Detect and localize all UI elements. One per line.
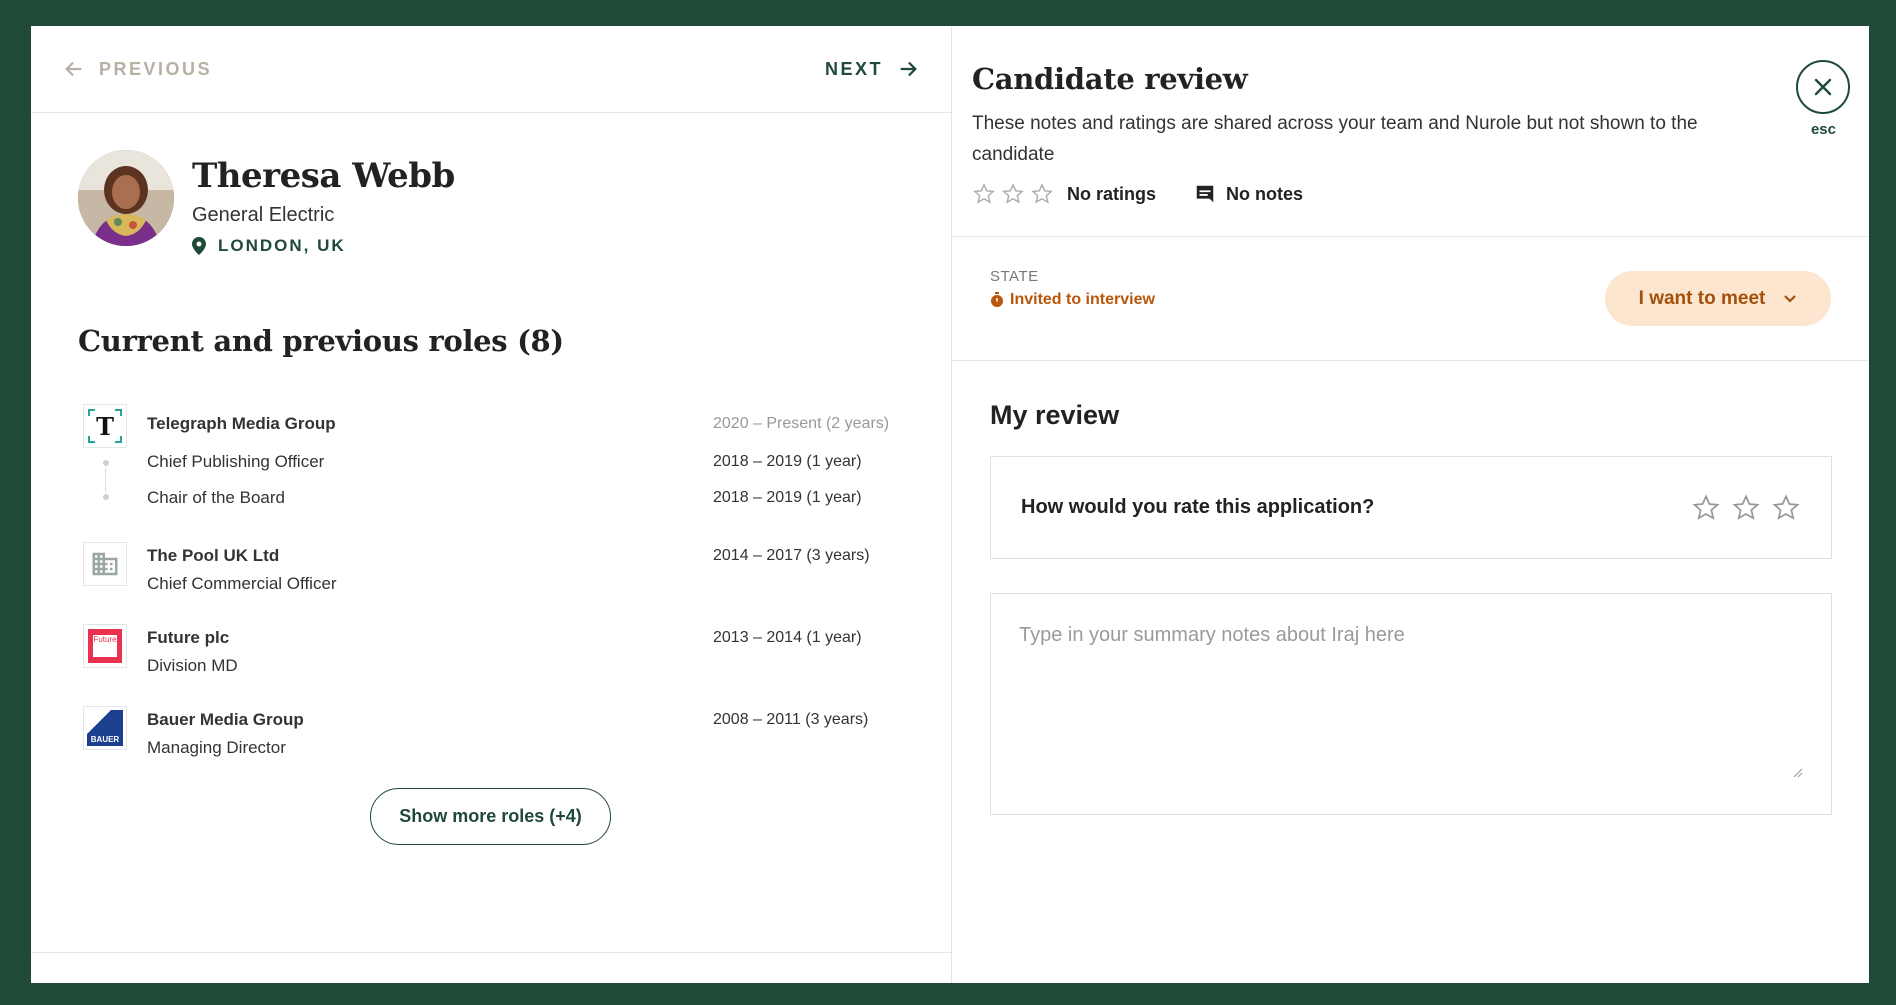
rating-card: How would you rate this application? [990, 456, 1832, 559]
chevron-down-icon [1784, 294, 1797, 303]
star-outline-icon [1002, 183, 1024, 204]
candidate-location: LONDON, UK [192, 236, 455, 256]
company-name: Bauer Media Group [147, 710, 304, 729]
bauer-logo-text: BAUER [90, 735, 120, 744]
show-more-roles-button[interactable]: Show more roles (+4) [370, 788, 611, 845]
review-header: Candidate review These notes and ratings… [952, 26, 1869, 237]
company-dates: 2014 – 2017 (3 years) [713, 547, 870, 564]
candidate-profile-panel: PREVIOUS NEXT Theresa Webb General Elect… [31, 26, 952, 983]
roles-list: T Telegraph Media Group 2020 – Present (… [83, 404, 913, 788]
role-title: Division MD [147, 656, 238, 675]
company-dates: 2013 – 2014 (1 year) [713, 629, 862, 646]
star-outline-icon[interactable] [1731, 493, 1761, 523]
state-value: Invited to interview [990, 291, 1155, 309]
resize-handle-icon[interactable] [1793, 768, 1803, 778]
telegraph-logo: T [83, 404, 127, 448]
company-dates: 2020 – Present (2 years) [713, 415, 890, 432]
role-group: The Pool UK Ltd 2014 – 2017 (3 years) Ch… [83, 542, 913, 598]
future-logo-text: Future [93, 635, 117, 644]
notes-summary: No notes [1226, 183, 1304, 204]
company-name: Future plc [147, 628, 230, 647]
arrow-right-icon [900, 61, 917, 77]
candidate-modal: PREVIOUS NEXT Theresa Webb General Elect… [31, 26, 1869, 983]
role-timeline [103, 460, 109, 500]
close-icon [1814, 78, 1832, 96]
role-dates: 2018 – 2019 (1 year) [713, 489, 862, 506]
candidate-company: General Electric [192, 204, 335, 226]
company-name: Telegraph Media Group [147, 414, 336, 433]
company-name: The Pool UK Ltd [147, 546, 280, 565]
review-title: Candidate review [972, 62, 1248, 96]
bauer-logo: BAUER [83, 706, 127, 750]
my-review-title: My review [990, 400, 1120, 430]
future-logo: Future [83, 624, 127, 668]
summary-notes-input[interactable] [991, 594, 1831, 814]
location-pin-icon [192, 237, 206, 255]
star-rating [1691, 493, 1801, 523]
next-label: NEXT [824, 58, 883, 79]
star-outline-icon [973, 183, 995, 204]
previous-button[interactable]: PREVIOUS [63, 58, 212, 80]
star-outline-icon[interactable] [1771, 493, 1801, 523]
decision-label: I want to meet [1638, 287, 1766, 309]
next-button[interactable]: NEXT [825, 58, 919, 80]
state-value-text: Invited to interview [1010, 291, 1155, 308]
close-hint: esc [1810, 121, 1836, 138]
building-icon [83, 542, 127, 586]
avatar [78, 150, 174, 246]
role-title: Chair of the Board [147, 488, 285, 507]
review-summary: No ratings No notes [972, 182, 1849, 206]
review-panel: Candidate review These notes and ratings… [952, 26, 1869, 983]
ratings-summary: No ratings [1067, 183, 1157, 204]
svg-text:T: T [96, 412, 114, 441]
role-title: Chief Commercial Officer [147, 574, 337, 593]
notes-field-container [990, 593, 1832, 815]
role-title: Chief Publishing Officer [147, 452, 325, 471]
company-dates: 2008 – 2011 (3 years) [713, 711, 869, 728]
state-row: STATE Invited to interview I want to mee… [952, 237, 1869, 361]
role-title: Managing Director [147, 738, 286, 757]
comment-icon [1196, 185, 1214, 203]
stopwatch-icon [991, 292, 1003, 307]
location-label: LONDON, UK [218, 236, 346, 255]
role-group: T Telegraph Media Group 2020 – Present (… [83, 404, 913, 516]
candidate-nav: PREVIOUS NEXT [31, 26, 951, 113]
arrow-left-icon [65, 61, 82, 77]
review-description: These notes and ratings are shared acros… [972, 113, 1698, 165]
rating-question: How would you rate this application? [1021, 496, 1375, 518]
previous-label: PREVIOUS [99, 58, 213, 79]
role-dates: 2018 – 2019 (1 year) [713, 453, 862, 470]
divider [31, 952, 951, 953]
star-outline-icon[interactable] [1691, 493, 1721, 523]
star-outline-icon [1031, 183, 1053, 204]
role-group: BAUER Bauer Media Group 2008 – 2011 (3 y… [83, 706, 913, 762]
close-button[interactable] [1796, 60, 1850, 114]
candidate-name: Theresa Webb [192, 156, 455, 196]
roles-title: Current and previous roles (8) [78, 324, 564, 358]
state-label: STATE [990, 268, 1039, 285]
candidate-header: Theresa Webb General Electric LONDON, UK [78, 150, 455, 256]
role-group: Future Future plc 2013 – 2014 (1 year) D… [83, 624, 913, 680]
decision-dropdown[interactable]: I want to meet [1605, 271, 1831, 326]
